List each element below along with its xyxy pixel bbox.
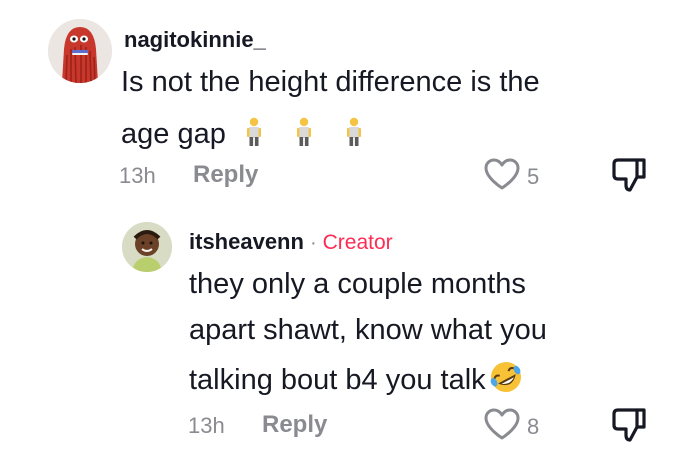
like-count: 5: [527, 163, 540, 189]
thumbs-down-icon: [610, 408, 650, 448]
comment-text: age gap: [121, 118, 226, 150]
reply-text-line: apart shawt, know what you: [189, 314, 547, 346]
dislike-button[interactable]: [610, 154, 650, 199]
separator-dot: ·: [309, 232, 317, 254]
reply-text-line-3: talking bout b4 you talk: [189, 354, 526, 413]
person-standing-icon: [294, 112, 314, 165]
reply-text: talking bout b4 you talk: [189, 364, 486, 396]
reply-timestamp: 13h: [188, 413, 225, 438]
comment-text-line-2: age gap: [121, 108, 364, 165]
heart-icon: [483, 407, 521, 446]
avatar[interactable]: [48, 19, 112, 83]
like-button[interactable]: 5: [483, 157, 539, 196]
reply-button[interactable]: Reply: [262, 411, 327, 439]
reply-button[interactable]: Reply: [193, 161, 258, 189]
person-standing-icon: [344, 112, 364, 165]
reply-item: itsheavenn · Creator they only a couple mo…: [0, 200, 680, 465]
heart-icon: [483, 157, 521, 196]
reply-header: itsheavenn · Creator: [189, 229, 393, 255]
creator-badge: Creator: [322, 231, 393, 254]
thumbs-down-icon: [610, 158, 650, 198]
child-photo-avatar-icon: [122, 222, 172, 272]
rolling-on-floor-laughing-icon: [486, 359, 526, 413]
like-button[interactable]: 8: [483, 407, 539, 446]
like-count: 8: [527, 413, 540, 439]
red-monster-avatar-icon: [48, 19, 112, 83]
comment-item: nagitokinnie_ Is not the height differen…: [0, 0, 680, 200]
comment-username[interactable]: nagitokinnie_: [124, 27, 266, 53]
dislike-button[interactable]: [610, 404, 650, 449]
reply-username[interactable]: itsheavenn: [189, 229, 304, 254]
comment-text-line: Is not the height difference is the: [121, 66, 540, 98]
person-standing-icon: [244, 112, 264, 165]
avatar[interactable]: [122, 222, 172, 272]
comment-timestamp: 13h: [119, 163, 156, 188]
